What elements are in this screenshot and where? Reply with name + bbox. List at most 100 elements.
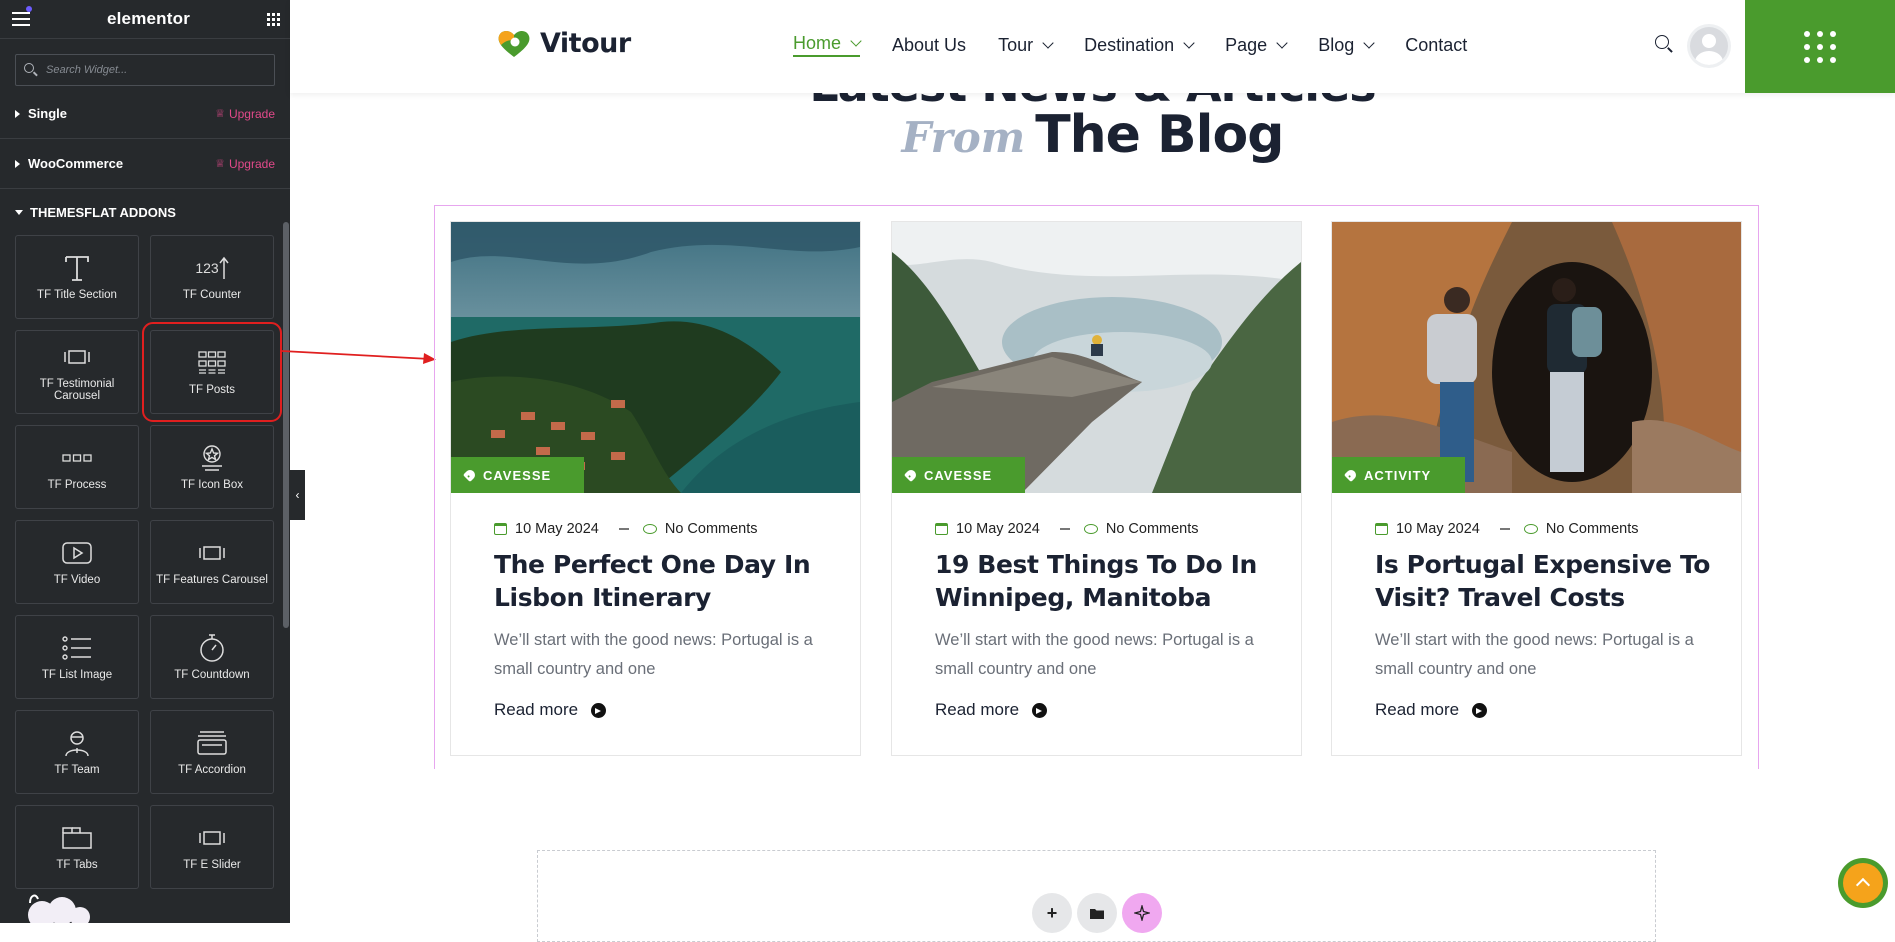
widget-tf-tabs[interactable]: TF Tabs <box>15 805 139 889</box>
comment-icon <box>642 524 657 534</box>
post-thumbnail[interactable] <box>1332 222 1741 493</box>
post-title[interactable]: 19 Best Things To Do In Winnipeg, Manito… <box>935 548 1275 614</box>
widget-tf-countdown[interactable]: TF Countdown <box>150 615 274 699</box>
offcanvas-menu-button[interactable] <box>1745 0 1895 93</box>
tag-label: CAVESSE <box>483 467 552 483</box>
category-themesflat-addons[interactable]: THEMESFLAT ADDONS <box>0 189 290 235</box>
chevron-down-icon <box>1183 36 1195 49</box>
arrow-circle-icon <box>591 702 607 718</box>
widget-tf-team[interactable]: TF Team <box>15 710 139 794</box>
widget-tf-posts[interactable]: TF Posts <box>142 322 282 422</box>
post-thumbnail[interactable] <box>892 222 1301 493</box>
nav-label: Page <box>1225 34 1268 55</box>
widget-label: TF Posts <box>188 384 235 396</box>
nav-tour[interactable]: Tour <box>998 33 1054 57</box>
icon-box-icon <box>199 443 225 473</box>
post-excerpt: We’ll start with the good news: Portugal… <box>494 631 813 678</box>
ai-sparkle-icon <box>1134 905 1150 921</box>
process-icon <box>62 443 92 473</box>
widget-grid: TF Title Section 123 TF Counter TF Testi… <box>0 235 290 889</box>
widgets-grid-icon[interactable] <box>267 12 280 26</box>
nav-destination[interactable]: Destination <box>1084 33 1195 57</box>
caret-down-icon <box>15 209 23 215</box>
panel-scrollbar[interactable] <box>283 222 289 628</box>
post-title[interactable]: The Perfect One Day In Lisbon Itinerary <box>494 548 834 614</box>
nav-page[interactable]: Page <box>1225 33 1288 57</box>
arrow-circle-icon <box>1472 702 1488 718</box>
tag-label: ACTIVITY <box>1364 467 1432 483</box>
post-category-tag[interactable]: ACTIVITY <box>1332 457 1465 493</box>
post-comments[interactable]: No Comments <box>1546 521 1639 537</box>
nav-label: Contact <box>1405 34 1468 55</box>
widget-tf-testimonial-carousel[interactable]: TF Testimonial Carousel <box>15 330 139 414</box>
crown-icon: ♕ <box>215 158 225 170</box>
post-excerpt: We’ll start with the good news: Portugal… <box>1375 631 1694 678</box>
category-label: THEMESFLAT ADDONS <box>30 204 176 220</box>
nav-label: Home <box>793 33 842 53</box>
widget-search-input[interactable] <box>44 63 268 77</box>
calendar-icon <box>1375 523 1388 535</box>
upgrade-label: Upgrade <box>228 106 275 121</box>
caret-right-icon <box>15 159 20 168</box>
widget-tf-title-section[interactable]: TF Title Section <box>15 235 139 319</box>
hamburger-menu-icon[interactable] <box>12 6 32 26</box>
tag-icon <box>462 467 478 483</box>
read-more-label: Read more <box>1375 700 1460 719</box>
widget-tf-video[interactable]: TF Video <box>15 520 139 604</box>
post-comments[interactable]: No Comments <box>1106 521 1199 537</box>
post-title[interactable]: Is Portugal Expensive To Visit? Travel C… <box>1375 548 1715 614</box>
nav-about-us[interactable]: About Us <box>892 33 966 57</box>
widget-label: TF Title Section <box>37 289 117 301</box>
post-category-tag[interactable]: CAVESSE <box>892 457 1025 493</box>
widget-search-box <box>15 54 275 86</box>
post-date: 10 May 2024 <box>956 521 1040 537</box>
read-more-link[interactable]: Read more <box>494 700 607 720</box>
nav-contact[interactable]: Contact <box>1405 33 1467 57</box>
widget-tf-e-slider[interactable]: TF E Slider <box>150 805 274 889</box>
widget-label: TF Accordion <box>178 764 246 776</box>
crown-icon: ♕ <box>215 108 225 120</box>
widget-tf-list-image[interactable]: TF List Image <box>15 615 139 699</box>
tag-icon <box>903 467 919 483</box>
slider-icon <box>198 823 226 853</box>
post-date: 10 May 2024 <box>1396 521 1480 537</box>
posts-grid-icon <box>198 348 226 378</box>
add-section-button[interactable]: + <box>1032 893 1072 933</box>
widget-label: TF Process <box>47 479 107 491</box>
back-to-top-button[interactable] <box>1838 858 1888 908</box>
site-header: Vitour Home About Us Tour Destination Pa… <box>290 0 1895 93</box>
counter-icon: 123 <box>195 253 229 283</box>
post-card[interactable]: CAVESSE 10 May 2024 No Comments 19 Best … <box>891 221 1302 756</box>
search-icon[interactable] <box>1655 35 1669 49</box>
post-card[interactable]: ACTIVITY 10 May 2024 No Comments Is Port… <box>1331 221 1742 756</box>
template-library-button[interactable] <box>1077 893 1117 933</box>
chevron-down-icon <box>1276 36 1288 49</box>
post-meta: 10 May 2024 No Comments <box>494 521 758 537</box>
read-more-link[interactable]: Read more <box>935 700 1048 720</box>
meta-divider <box>618 528 629 530</box>
post-thumbnail[interactable] <box>451 222 860 493</box>
upgrade-link[interactable]: ♕ Upgrade <box>215 107 275 121</box>
category-woocommerce[interactable]: WooCommerce ♕ Upgrade <box>0 139 290 189</box>
widget-tf-counter[interactable]: 123 TF Counter <box>150 235 274 319</box>
widget-tf-process[interactable]: TF Process <box>15 425 139 509</box>
category-single[interactable]: Single ♕ Upgrade <box>0 89 290 139</box>
read-more-link[interactable]: Read more <box>1375 700 1488 720</box>
meta-divider <box>1059 528 1070 530</box>
post-comments[interactable]: No Comments <box>665 521 758 537</box>
heading-blog: The Blog <box>1035 105 1284 165</box>
post-card[interactable]: CAVESSE 10 May 2024 No Comments The Perf… <box>450 221 861 756</box>
widget-label: TF List Image <box>41 669 113 681</box>
nav-blog[interactable]: Blog <box>1318 33 1375 57</box>
nav-home[interactable]: Home <box>793 33 862 57</box>
comment-icon <box>1523 524 1538 534</box>
post-category-tag[interactable]: CAVESSE <box>451 457 584 493</box>
upgrade-link[interactable]: ♕ Upgrade <box>215 157 275 171</box>
widget-tf-accordion[interactable]: TF Accordion <box>150 710 274 794</box>
panel-header: elementor <box>0 0 290 39</box>
user-avatar[interactable] <box>1690 27 1728 65</box>
ai-button[interactable] <box>1122 893 1162 933</box>
widget-tf-features-carousel[interactable]: TF Features Carousel <box>150 520 274 604</box>
widget-tf-icon-box[interactable]: TF Icon Box <box>150 425 274 509</box>
site-logo[interactable]: Vitour <box>496 28 631 59</box>
